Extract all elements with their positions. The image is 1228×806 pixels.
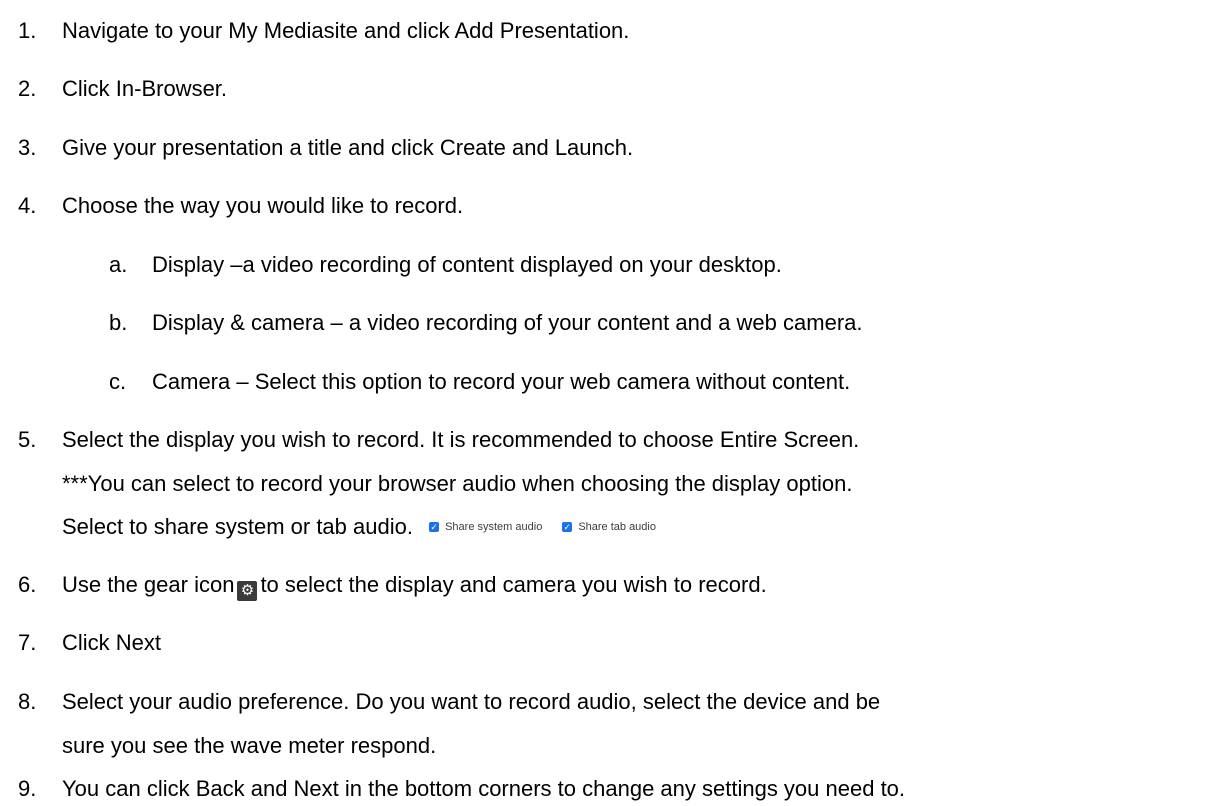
step-text: Choose the way you would like to record. [62, 193, 464, 218]
step-number: 2. [18, 76, 37, 101]
sub-step-letter: c. [109, 369, 127, 394]
sub-step-letter: a. [109, 252, 128, 277]
sub-step-letter: b. [109, 310, 128, 335]
share-audio-checkboxes: ✓ Share system audio ✓ Share tab audio [429, 512, 656, 542]
share-system-audio-label: Share system audio [445, 521, 543, 533]
step-text: Select the display you wish to record. I… [62, 427, 860, 452]
step-text: Click Next [62, 630, 162, 655]
step-number: 9. [18, 776, 37, 801]
checkbox-checked-icon[interactable]: ✓ [562, 522, 573, 532]
sub-step-text: Display & camera – a video recording of … [152, 310, 863, 335]
step-number: 5. [18, 427, 37, 452]
step-text: Click In-Browser. [62, 76, 228, 101]
share-text: Select to share system or tab audio. [62, 514, 413, 539]
step-5-note: ***You can select to record your browser… [62, 469, 852, 499]
instruction-page: 1. Navigate to your My Mediasite and cli… [0, 0, 1228, 806]
step-8-continued: sure you see the wave meter respond. [62, 731, 436, 761]
step-number: 1. [18, 18, 37, 43]
step-number: 7. [18, 630, 37, 655]
step-text: Use the gear icon ⚙ to select the display … [62, 570, 767, 601]
step-text: sure you see the wave meter respond. [62, 733, 437, 758]
checkbox-checked-icon[interactable]: ✓ [429, 522, 440, 532]
step-5-share: Select to share system or tab audio. ✓ S… [62, 512, 656, 542]
step-text: You can click Back and Next in the botto… [62, 776, 906, 801]
gear-icon: ⚙ [237, 581, 258, 601]
note-text: ***You can select to record your browser… [62, 471, 853, 496]
step-number: 4. [18, 193, 37, 218]
step-text: Give your presentation a title and click… [62, 135, 634, 160]
sub-step-text: Camera – Select this option to record yo… [152, 369, 851, 394]
step-6-text-after: to select the display and camera you wis… [260, 572, 767, 597]
step-number: 6. [18, 572, 37, 597]
share-tab-audio-label: Share tab audio [578, 521, 656, 533]
step-number: 8. [18, 689, 37, 714]
step-text: Navigate to your My Mediasite and click … [62, 18, 630, 43]
step-6-text-before: Use the gear icon [62, 572, 235, 597]
step-text: Select your audio preference. Do you wan… [62, 689, 881, 714]
sub-step-text: Display –a video recording of content di… [152, 252, 782, 277]
step-number: 3. [18, 135, 37, 160]
